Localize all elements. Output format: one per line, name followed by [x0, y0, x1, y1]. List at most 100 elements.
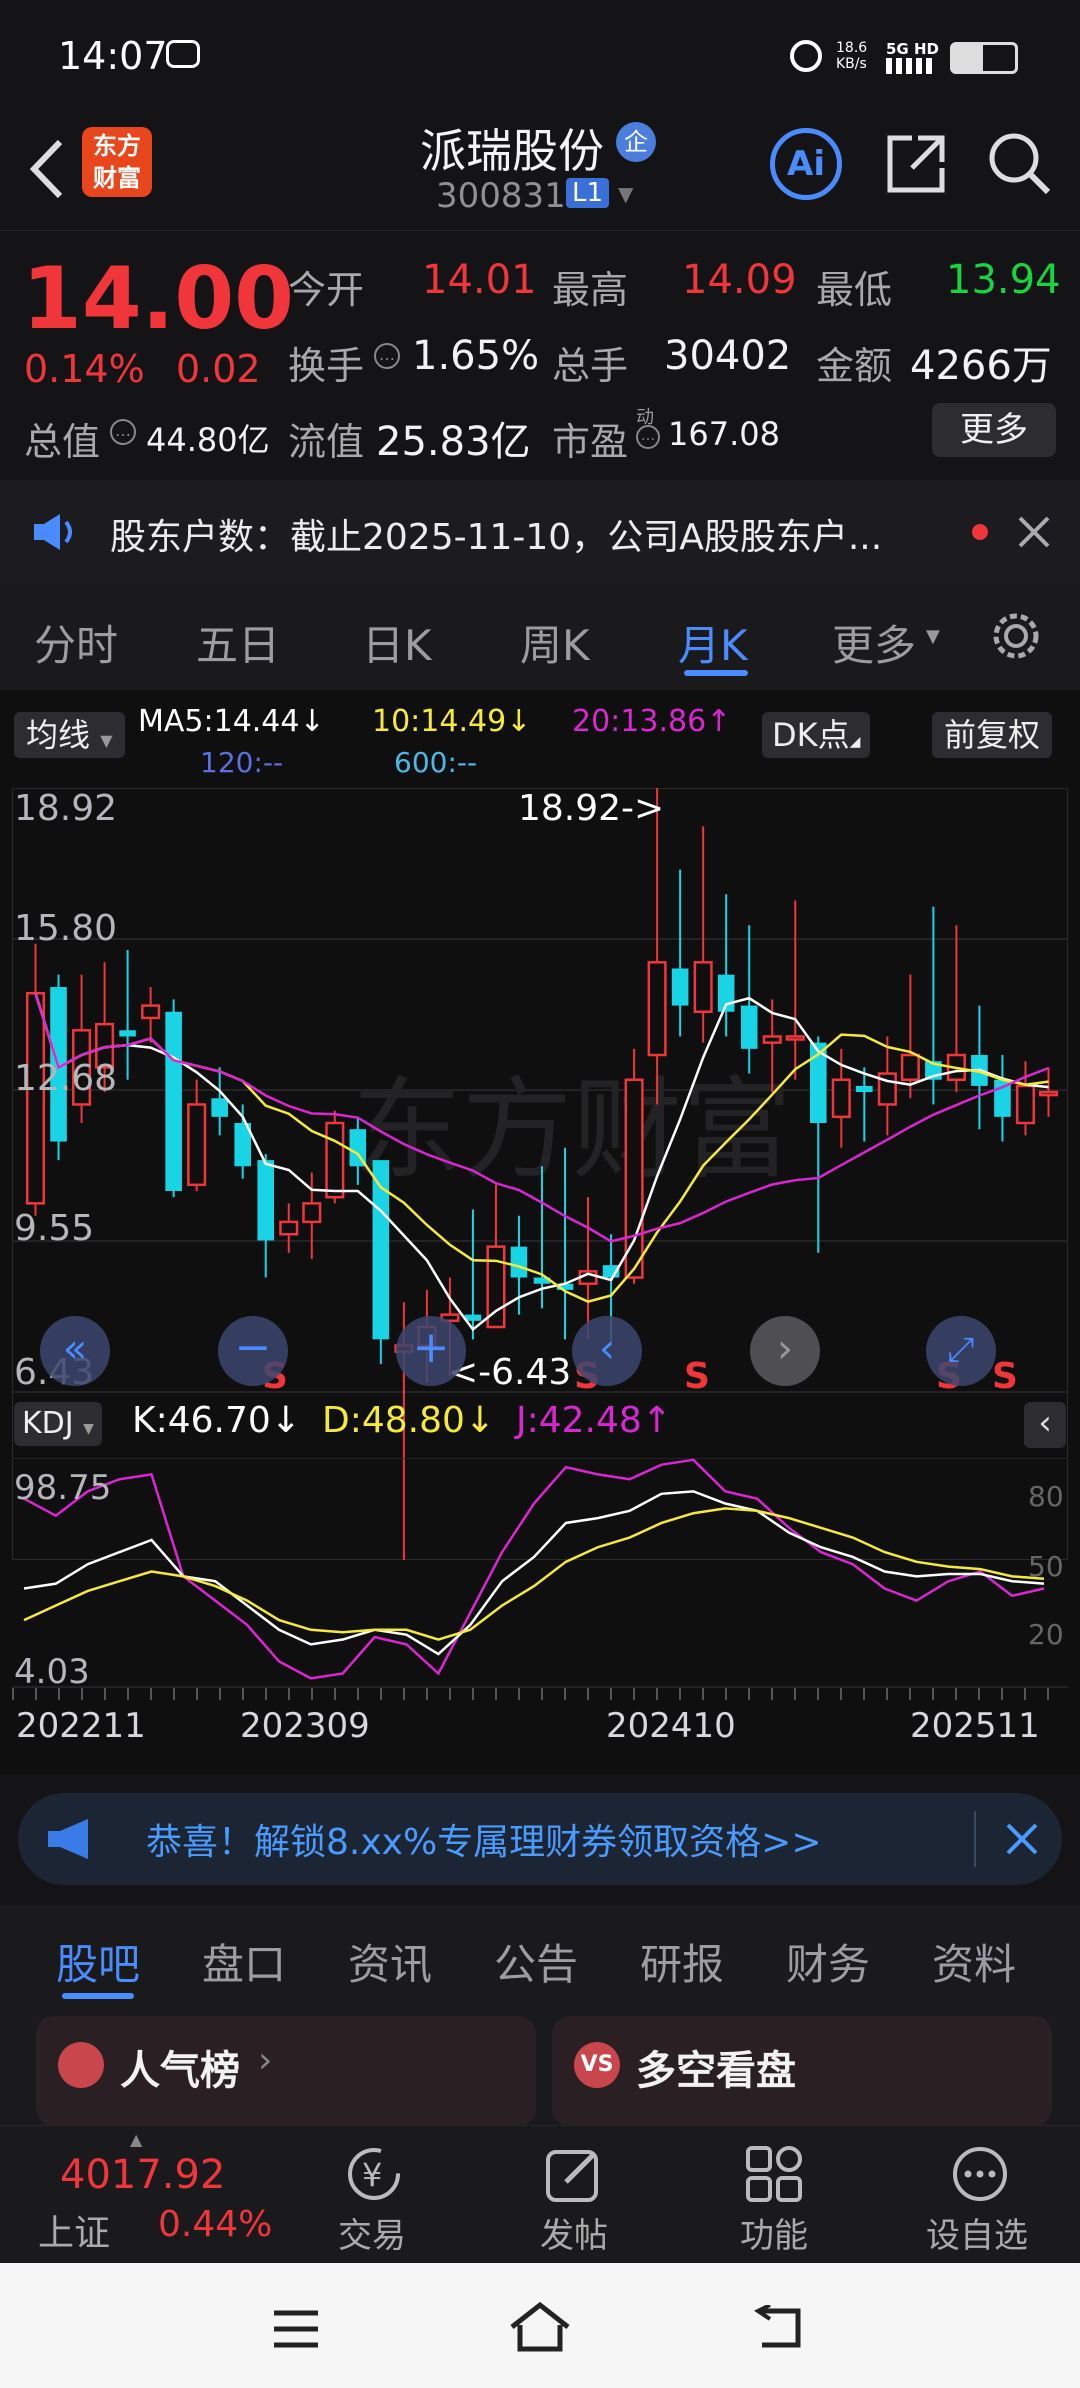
tab-financials[interactable]: 财务 [786, 1931, 870, 1992]
fullscreen-icon[interactable]: ⤢ [926, 1316, 996, 1386]
home-icon[interactable] [508, 2301, 572, 2353]
bull-bear-card[interactable]: VS 多空看盘 [552, 2016, 1052, 2126]
close-icon[interactable] [1016, 514, 1052, 550]
candle[interactable] [671, 968, 689, 1006]
tab-minute[interactable]: 分时 [34, 612, 118, 673]
candle[interactable] [187, 1103, 207, 1187]
scroll-left-fast-icon[interactable]: « [40, 1316, 110, 1386]
share-icon[interactable] [884, 132, 948, 196]
app-logo[interactable]: 东方 财富 [82, 127, 152, 197]
index-change[interactable]: 0.44% [158, 2204, 272, 2245]
cards-row: 人气榜 › VS 多空看盘 [0, 2010, 1080, 2130]
tab-research[interactable]: 研报 [640, 1931, 724, 1992]
candle[interactable] [785, 1035, 805, 1041]
candle[interactable] [831, 1078, 851, 1119]
tab-monthly-k[interactable]: 月K [678, 612, 748, 673]
candle[interactable] [302, 1202, 322, 1224]
search-icon[interactable] [986, 130, 1054, 198]
active-tab-indicator [684, 670, 748, 676]
s-marker[interactable]: S [684, 1356, 710, 1397]
chart-tabs: 分时 五日 日K 周K 月K 更多 ▼ [0, 582, 1080, 690]
pe-label: 市盈 [552, 420, 629, 464]
x-label: 202309 [240, 1706, 370, 1746]
tab-announcements[interactable]: 公告 [494, 1931, 578, 1992]
amount-value: 4266万 [910, 343, 1052, 389]
float-value: 25.83亿 [376, 419, 531, 465]
add-watchlist-button[interactable]: 设自选 [900, 2136, 1060, 2256]
tab-orderbook[interactable]: 盘口 [202, 1931, 286, 1992]
tab-weekly-k[interactable]: 周K [520, 612, 590, 673]
open-label: 今开 [288, 268, 365, 312]
tab-more[interactable]: 更多 [832, 612, 916, 673]
candle[interactable] [740, 1005, 758, 1049]
indicator-selector[interactable]: 均线 ▼ [14, 712, 125, 758]
scroll-right-icon[interactable]: › [750, 1316, 820, 1386]
back-nav-icon[interactable] [752, 2305, 806, 2351]
promo-text[interactable]: 恭喜！解锁8.xx%专属理财券领取资格>> [146, 1813, 822, 1865]
candle[interactable] [647, 961, 667, 1057]
chart-area[interactable]: 均线 ▼ MA5:14.44↓ 10:14.49↓ 20:13.86↑ 120:… [0, 690, 1080, 1775]
kdj-chart[interactable] [12, 1458, 1068, 1688]
more-button[interactable]: 更多 [932, 403, 1056, 457]
gear-icon[interactable] [988, 608, 1044, 664]
candle[interactable] [257, 1160, 275, 1241]
level-badge[interactable]: L1 [566, 178, 610, 208]
candle[interactable] [1015, 1084, 1036, 1125]
kdj-selector[interactable]: KDJ ▼ [14, 1402, 102, 1446]
popularity-card[interactable]: 人气榜 › [36, 2016, 536, 2126]
ai-assistant-button[interactable]: Ai [770, 128, 842, 200]
zoom-in-icon[interactable]: + [396, 1316, 466, 1386]
menu-icon[interactable] [272, 2309, 320, 2349]
candle[interactable] [624, 1078, 644, 1279]
collapse-panel-icon[interactable]: ‹ [1024, 1402, 1066, 1448]
ma10-label: 10:14.49↓ [372, 704, 532, 739]
candle[interactable] [211, 1098, 228, 1117]
tab-profile[interactable]: 资料 [932, 1931, 1016, 1992]
post-button[interactable]: 发帖 [500, 2136, 650, 2256]
promo-banner[interactable]: 恭喜！解锁8.xx%专属理财券领取资格>> [18, 1793, 1062, 1885]
notice-bar[interactable]: 股东户数：截止2025-11-10，公司A股股东户... [0, 480, 1080, 582]
caret-down-icon: ▼ [926, 626, 940, 647]
dk-point-button[interactable]: DK点◢ [762, 712, 871, 758]
edit-icon [546, 2150, 598, 2202]
candle[interactable] [693, 961, 713, 1014]
index-name[interactable]: 上证 [38, 2204, 110, 2256]
x-label: 202410 [606, 1706, 736, 1746]
kline-chart[interactable]: 东方财富 [12, 788, 1068, 1560]
info-icon[interactable]: … [636, 425, 660, 449]
candle[interactable] [856, 1085, 873, 1093]
candle[interactable] [510, 1246, 528, 1278]
info-icon[interactable]: … [374, 343, 400, 369]
mktcap-label: 总值 [24, 420, 101, 464]
candle[interactable] [1038, 1090, 1059, 1097]
zoom-out-icon[interactable]: − [218, 1316, 288, 1386]
tab-forum[interactable]: 股吧 [56, 1931, 140, 1992]
candle[interactable] [165, 1011, 182, 1191]
back-icon[interactable] [24, 134, 68, 204]
kdj-d-line [23, 1507, 1045, 1641]
close-icon[interactable] [1004, 1821, 1040, 1857]
candle[interactable] [119, 1030, 136, 1037]
candle[interactable] [141, 1004, 161, 1020]
bull-bear-title: 多空看盘 [636, 2048, 796, 2094]
post-label: 发帖 [540, 2216, 608, 2256]
change-percent: 0.14% [24, 347, 145, 391]
add-watchlist-label: 设自选 [926, 2216, 1028, 2256]
info-icon[interactable]: … [110, 419, 136, 445]
s-marker[interactable]: S [992, 1356, 1018, 1397]
chevron-down-icon[interactable]: ▼ [618, 182, 633, 206]
candle[interactable] [900, 1053, 920, 1081]
functions-button[interactable]: 功能 [700, 2136, 850, 2256]
candle[interactable] [279, 1220, 299, 1236]
candle[interactable] [325, 1121, 345, 1199]
adjust-mode-button[interactable]: 前复权 [932, 712, 1053, 758]
y-label-max: 18.92 [14, 788, 118, 829]
candle[interactable] [762, 1035, 782, 1044]
tab-news[interactable]: 资讯 [348, 1931, 432, 1992]
trade-button[interactable]: ¥ 交易 [300, 2136, 450, 2256]
tab-daily-k[interactable]: 日K [362, 612, 432, 673]
notice-text[interactable]: 股东户数：截止2025-11-10，公司A股股东户... [110, 508, 882, 560]
scroll-left-icon[interactable]: ‹ [572, 1316, 642, 1386]
tab-five-day[interactable]: 五日 [196, 612, 280, 673]
index-value[interactable]: 4017.92 [60, 2152, 225, 2198]
